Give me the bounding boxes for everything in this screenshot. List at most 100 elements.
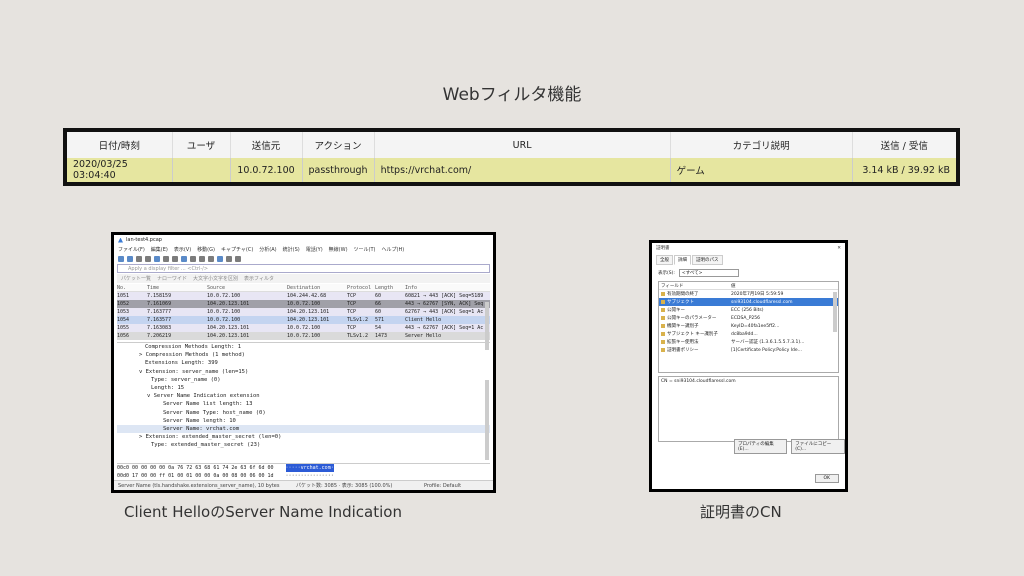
table-row[interactable]: 2020/03/25 03:04:40 10.0.72.100 passthro… <box>67 158 956 182</box>
detail-line[interactable]: Compression Methods Length: 1 <box>117 343 490 351</box>
list-item[interactable]: 公開キーのパラメーター ECDSA_P256 <box>659 314 838 322</box>
menu-edit[interactable]: 編集(E) <box>151 246 168 253</box>
menu-wireless[interactable]: 無線(W) <box>329 246 348 253</box>
col-url: URL <box>374 132 671 158</box>
list-item[interactable]: 公開キー ECC (256 Bits) <box>659 306 838 314</box>
list-item[interactable]: 機関キー識別子 KeyID=40fa1ee5ff2... <box>659 322 838 330</box>
cert-list-scrollbar[interactable] <box>833 292 837 332</box>
detail-line[interactable]: Server Name length: 10 <box>117 417 490 425</box>
col-time[interactable]: Time <box>147 285 207 291</box>
show-select[interactable]: <すべて> <box>678 269 739 277</box>
tab-details[interactable]: 詳細 <box>674 255 691 265</box>
packet-no: 1056 <box>117 333 130 339</box>
detail-line[interactable]: Server Name list length: 13 <box>117 400 490 408</box>
zoom-out-icon[interactable] <box>235 256 241 262</box>
detail-line[interactable]: Length: 15 <box>117 384 490 392</box>
field-value: ECDSA_P256 <box>731 315 761 321</box>
menu-analyze[interactable]: 分析(A) <box>259 246 276 253</box>
list-item[interactable]: 拡張キー使用法 サーバー認証 (1.3.6.1.5.5.7.3.1)... <box>659 338 838 346</box>
show-label: 表示(S): <box>658 271 675 276</box>
menu-capture[interactable]: キャプチャ(C) <box>221 246 253 253</box>
col-source[interactable]: Source <box>207 285 287 291</box>
list-item[interactable]: サブジェクト キー識別子 dc8ba9dd... <box>659 330 838 338</box>
list-item[interactable]: 証明書ポリシー [1]Certificate Policy:Policy Ide.… <box>659 346 838 354</box>
col-datetime: 日付/時刻 <box>67 132 173 158</box>
start-capture-icon[interactable] <box>118 256 124 262</box>
go-back-icon[interactable] <box>199 256 205 262</box>
menu-tools[interactable]: ツール(T) <box>354 246 376 253</box>
col-length[interactable]: Length <box>375 285 405 291</box>
search-icon[interactable] <box>190 256 196 262</box>
menu-view[interactable]: 表示(V) <box>174 246 191 253</box>
menu-file[interactable]: ファイル(F) <box>118 246 145 253</box>
details-scrollbar[interactable] <box>485 380 489 460</box>
col-no[interactable]: No. <box>117 285 147 291</box>
cert-field-list: フィールド 値 有効期間の終了 2020年7月19日 5:59:59 サブジェクト… <box>658 281 839 373</box>
open-file-icon[interactable] <box>154 256 160 262</box>
edit-properties-button[interactable]: プロパティの編集(E)... <box>734 439 788 454</box>
packet-row[interactable]: 1055 7.163083 104.20.123.101 10.0.72.100 TCP… <box>117 324 490 332</box>
menu-telephony[interactable]: 電話(Y) <box>306 246 323 253</box>
menu-go[interactable]: 移動(G) <box>197 246 215 253</box>
display-filter-input[interactable]: Apply a display filter ... <Ctrl-/> <box>117 264 490 273</box>
col-info[interactable]: Info <box>405 285 490 291</box>
packet-row[interactable]: 1056 7.206219 104.20.123.101 10.0.72.100 TLS… <box>117 332 490 340</box>
packet-no: 1051 <box>117 293 130 299</box>
cell-datetime: 2020/03/25 03:04:40 <box>67 158 173 182</box>
tab-cert-path[interactable]: 証明のパス <box>692 255 723 265</box>
stop-capture-icon[interactable] <box>127 256 133 262</box>
restart-icon[interactable] <box>136 256 142 262</box>
find-narrow-wide[interactable]: ナローワイド <box>157 275 187 282</box>
detail-line[interactable]: Server Name Type: host_name (0) <box>117 409 490 417</box>
field-value: サーバー認証 (1.3.6.1.5.5.7.3.1)... <box>731 340 805 345</box>
colorize-icon[interactable] <box>217 256 223 262</box>
packet-row[interactable]: 1051 7.158159 10.0.72.100 104.244.42.68 TCP 6… <box>117 292 490 300</box>
reload-icon[interactable] <box>181 256 187 262</box>
status-field-info: Server Name (tls.handshake.extensions_se… <box>118 482 280 489</box>
col-sent-received: 送信 / 受信 <box>852 132 956 158</box>
save-icon[interactable] <box>163 256 169 262</box>
detail-line[interactable]: v Extension: server_name (len=15) <box>117 368 490 376</box>
zoom-in-icon[interactable] <box>226 256 232 262</box>
packet-row-selected[interactable]: 1054 7.163577 10.0.72.100 104.20.123.101 TLS… <box>117 316 490 324</box>
find-case-sensitive[interactable]: 大文字小文字を区別 <box>193 275 238 282</box>
find-display-filter[interactable]: 表示フィルタ <box>244 275 274 282</box>
detail-line[interactable]: v Server Name Indication extension <box>117 392 490 400</box>
go-forward-icon[interactable] <box>208 256 214 262</box>
list-item-selected[interactable]: サブジェクト sni93104.cloudflaressl.com <box>659 298 838 306</box>
cell-sent-received: 3.14 kB / 39.92 kB <box>852 158 956 182</box>
copy-to-file-button[interactable]: ファイルにコピー(C)... <box>791 439 845 454</box>
cert-value-box[interactable]: CN = sni93104.cloudflaressl.com <box>658 376 839 442</box>
col-source: 送信元 <box>230 132 303 158</box>
close-icon[interactable]: ✕ <box>837 246 841 251</box>
field-name: 公開キーのパラメーター <box>667 316 717 321</box>
packet-row[interactable]: 1052 7.161069 104.20.123.101 10.0.72.100 TCP… <box>117 300 490 308</box>
ok-button[interactable]: OK <box>814 474 839 483</box>
col-destination[interactable]: Destination <box>287 285 347 291</box>
packet-source: 10.0.72.100 <box>207 317 241 323</box>
detail-line[interactable]: > Compression Methods (1 method) <box>117 351 490 359</box>
tab-general[interactable]: 全般 <box>656 255 673 265</box>
detail-line[interactable]: Extensions Length: 399 <box>117 359 490 367</box>
find-packet-list[interactable]: パケット一覧 <box>121 275 151 282</box>
menu-statistics[interactable]: 統計(S) <box>283 246 300 253</box>
options-icon[interactable] <box>145 256 151 262</box>
cert-field-icon <box>661 315 665 320</box>
status-profile[interactable]: Profile: Default <box>424 483 461 489</box>
detail-line-selected[interactable]: Server Name: vrchat.com <box>117 424 490 434</box>
field-name: 有効期間の終了 <box>667 292 699 297</box>
col-field[interactable]: フィールド <box>661 283 731 289</box>
caption-left: Client HelloのServer Name Indication <box>124 503 402 521</box>
detail-line[interactable]: Type: server_name (0) <box>117 376 490 384</box>
menu-help[interactable]: ヘルプ(H) <box>382 246 405 253</box>
cell-url: https://vrchat.com/ <box>374 158 671 182</box>
detail-line[interactable]: Type: extended_master_secret (23) <box>117 441 490 449</box>
col-value[interactable]: 値 <box>731 283 838 289</box>
list-item[interactable]: 有効期間の終了 2020年7月19日 5:59:59 <box>659 290 838 298</box>
detail-line[interactable]: > Extension: extended_master_secret (len… <box>117 433 490 441</box>
col-protocol[interactable]: Protocol <box>347 285 375 291</box>
packet-time: 7.163577 <box>147 317 172 323</box>
packet-list-scrollbar[interactable] <box>485 302 489 350</box>
packet-row[interactable]: 1053 7.163777 10.0.72.100 104.20.123.101 TCP… <box>117 308 490 316</box>
close-file-icon[interactable] <box>172 256 178 262</box>
